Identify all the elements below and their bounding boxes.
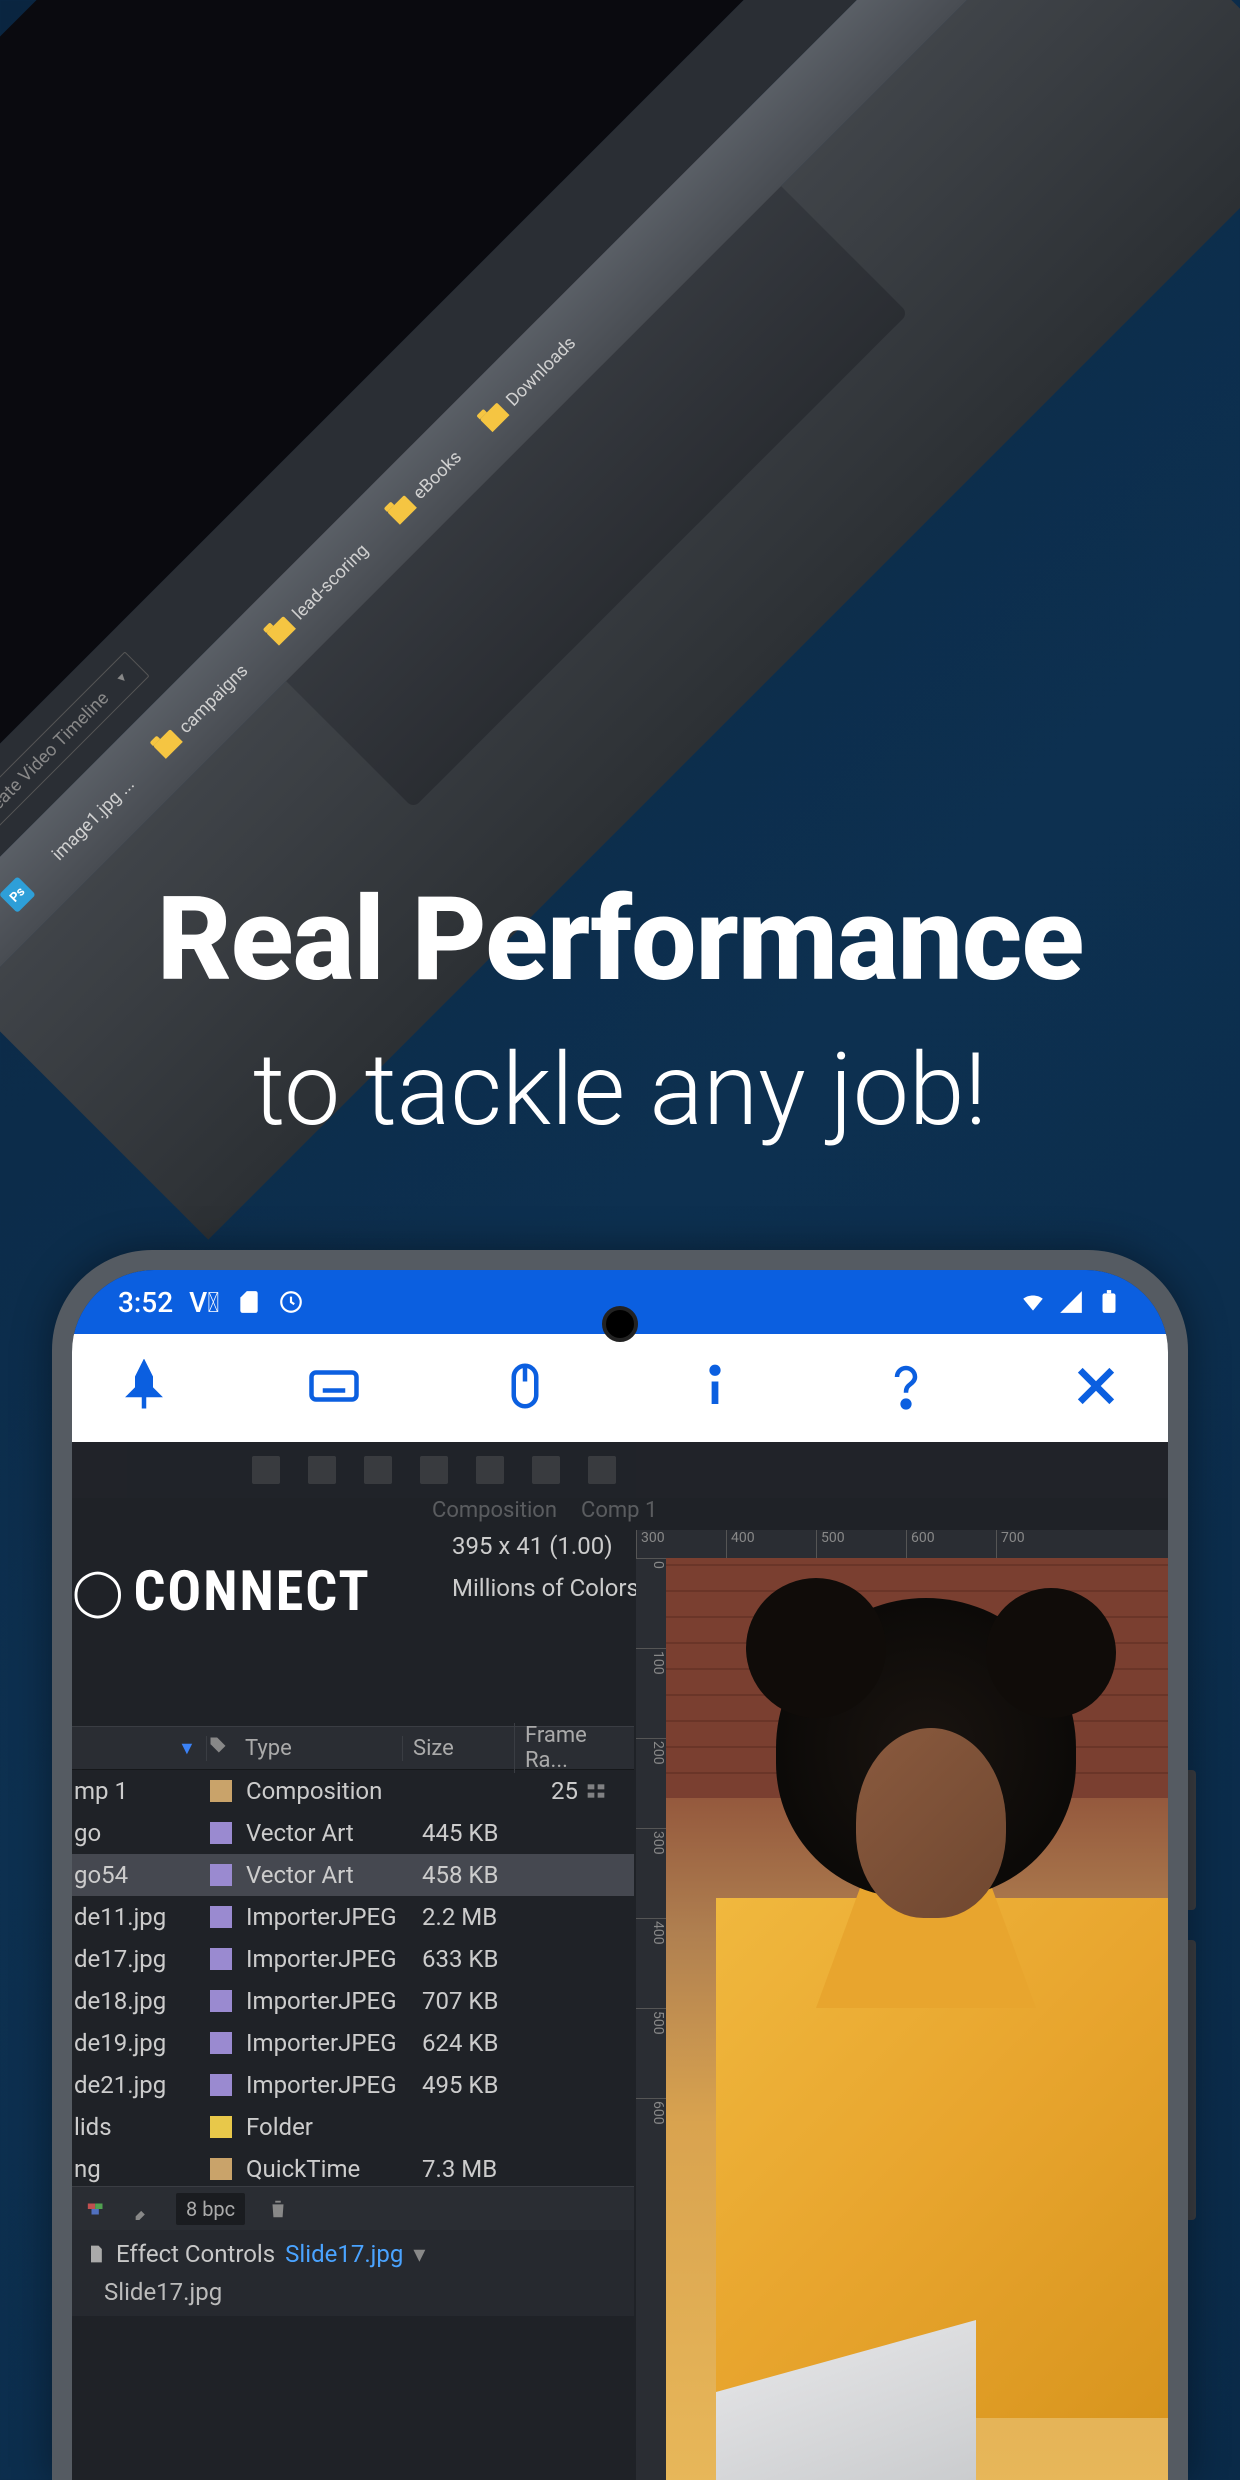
- help-icon[interactable]: [866, 1359, 946, 1417]
- table-row[interactable]: lidsFolder: [72, 2106, 634, 2148]
- table-row[interactable]: mp 1Composition25: [72, 1770, 634, 1812]
- mouse-icon[interactable]: [485, 1359, 565, 1417]
- table-row[interactable]: go54Vector Art458 KB: [72, 1854, 634, 1896]
- ruler-horizontal: 300400500600700: [636, 1530, 1168, 1558]
- sync-icon: [278, 1289, 304, 1315]
- info-icon[interactable]: [675, 1359, 755, 1417]
- status-time: 3:52: [118, 1286, 173, 1319]
- col-type[interactable]: Type: [206, 1736, 396, 1761]
- ae-toolbar[interactable]: [72, 1442, 1168, 1498]
- wifi-icon: [1020, 1289, 1046, 1315]
- power-button: [1188, 1940, 1196, 2220]
- project-panel[interactable]: ▼ Type Size Frame Ra... mp 1Composition2…: [72, 1672, 634, 2232]
- app-toolbar: [72, 1334, 1168, 1442]
- interpret-footage-icon[interactable]: [84, 2198, 110, 2220]
- volume-button: [1188, 1770, 1196, 1910]
- effect-controls-file[interactable]: Slide17.jpg: [285, 2240, 403, 2268]
- effect-controls-sub: Slide17.jpg: [86, 2278, 620, 2306]
- pin-icon[interactable]: [104, 1359, 184, 1417]
- sort-arrow-icon[interactable]: ▼: [178, 1738, 196, 1759]
- table-row[interactable]: de19.jpgImporterJPEG624 KB: [72, 2022, 634, 2064]
- remote-desktop-view[interactable]: Composition Comp 1 CONNECT 395 x 41 (1.0…: [72, 1442, 1168, 2480]
- marketing-headline: Real Performance to tackle any job!: [0, 880, 1240, 1149]
- composition-preview[interactable]: 300400500600700 0100200300400500600: [636, 1530, 1168, 2480]
- bpc-toggle[interactable]: 8 bpc: [176, 2193, 245, 2225]
- ruler-vertical: 0100200300400500600: [636, 1558, 666, 2480]
- battery-icon: [1096, 1289, 1122, 1315]
- table-row[interactable]: de21.jpgImporterJPEG495 KB: [72, 2064, 634, 2106]
- effect-controls-panel[interactable]: Effect Controls Slide17.jpg ▾ Slide17.jp…: [72, 2230, 634, 2316]
- vpn-icon: V⃓: [189, 1286, 220, 1319]
- table-row[interactable]: goVector Art445 KB: [72, 1812, 634, 1854]
- brush-icon[interactable]: [130, 2198, 156, 2220]
- table-row[interactable]: de18.jpgImporterJPEG707 KB: [72, 1980, 634, 2022]
- background-laptop: Create Video Timeline DwPsimage1.jpg ...…: [0, 0, 1099, 999]
- table-row[interactable]: de17.jpgImporterJPEG633 KB: [72, 1938, 634, 1980]
- preview-image[interactable]: [666, 1558, 1168, 2480]
- page-icon: [86, 2242, 106, 2266]
- keyboard-icon[interactable]: [294, 1359, 374, 1417]
- project-footer[interactable]: 8 bpc: [72, 2186, 634, 2230]
- col-size[interactable]: Size: [402, 1736, 508, 1761]
- front-camera: [602, 1306, 638, 1342]
- sd-card-icon: [236, 1289, 262, 1315]
- effect-controls-label: Effect Controls: [116, 2240, 275, 2268]
- headline-subtitle: to tackle any job!: [80, 1032, 1160, 1149]
- app-brand-logo: CONNECT: [72, 1558, 371, 1624]
- close-icon[interactable]: [1056, 1359, 1136, 1417]
- tag-icon[interactable]: [208, 1735, 228, 1761]
- table-row[interactable]: de11.jpgImporterJPEG2.2 MB: [72, 1896, 634, 1938]
- phone-mockup: 3:52 V⃓ Composition: [52, 1250, 1188, 2480]
- headline-title: Real Performance: [80, 880, 1160, 1002]
- trash-icon[interactable]: [265, 2198, 291, 2220]
- comp-name[interactable]: Comp 1: [581, 1498, 657, 1523]
- table-row[interactable]: ngQuickTime7.3 MB: [72, 2148, 634, 2190]
- table-header[interactable]: ▼ Type Size Frame Ra...: [72, 1726, 634, 1770]
- col-framerate[interactable]: Frame Ra...: [514, 1723, 634, 1773]
- composition-tab[interactable]: Composition: [432, 1498, 557, 1523]
- signal-icon: [1058, 1289, 1084, 1315]
